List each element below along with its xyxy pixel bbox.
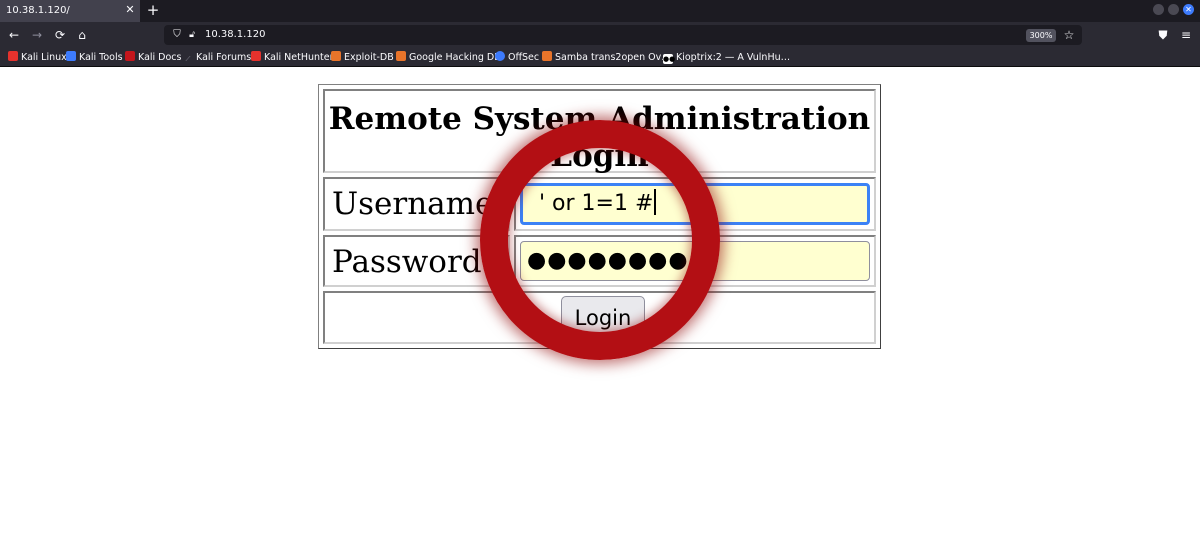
bookmark-offsec[interactable]: OffSec: [495, 48, 539, 67]
lock-icon[interactable]: 🔓︎: [187, 28, 197, 42]
text-caret: [654, 189, 657, 215]
title-cell: Remote System Administration Login: [323, 89, 876, 174]
new-tab-icon[interactable]: +: [146, 1, 160, 19]
forward-icon[interactable]: →: [29, 26, 45, 44]
url-text[interactable]: 10.38.1.120: [205, 29, 265, 40]
bookmark-kali-forums[interactable]: ⟋ Kali Forums: [183, 48, 251, 67]
tab-active[interactable]: 10.38.1.120/ ✕: [0, 0, 140, 22]
password-label: Password: [332, 244, 482, 280]
bookmark-kali-tools[interactable]: Kali Tools: [66, 48, 123, 67]
username-label-cell: Username: [323, 177, 510, 231]
offsec-icon: [495, 51, 505, 61]
kali-nethunter-icon: [251, 51, 261, 61]
vulnhub-icon: ●●: [663, 54, 676, 64]
kali-docs-icon: [125, 51, 135, 61]
bookmark-exploit-db[interactable]: Exploit-DB: [331, 48, 394, 67]
kali-forums-icon: ⟋: [183, 54, 193, 64]
password-input-cell: ●●●●●●●●: [514, 235, 876, 287]
menu-icon[interactable]: ≡: [1178, 26, 1194, 44]
login-form-table: Remote System Administration Login Usern…: [318, 84, 881, 349]
username-label: Username: [332, 186, 494, 222]
username-input[interactable]: ' or 1=1 #: [520, 183, 870, 225]
bookmark-kali-docs[interactable]: Kali Docs: [125, 48, 181, 67]
pocket-icon[interactable]: ⛊: [1155, 26, 1171, 44]
bookmark-google-hacking-db[interactable]: Google Hacking DB: [396, 48, 501, 67]
username-input-cell: ' or 1=1 #: [514, 177, 876, 231]
bookmark-kali-linux[interactable]: Kali Linux: [8, 48, 67, 67]
bookmark-kioptrix[interactable]: ●●Kioptrix:2 — A VulnHu…: [663, 48, 790, 67]
bookmarks-toolbar: Kali Linux Kali Tools Kali Docs ⟋ Kali Fo…: [0, 48, 1200, 67]
exploit-db-icon: [331, 51, 341, 61]
navigation-bar: ← → ⟳ ⌂ ⛉ 🔓︎ 10.38.1.120 300% ☆ ⛊ ≡: [0, 22, 1200, 48]
url-bar[interactable]: ⛉ 🔓︎ 10.38.1.120 300% ☆: [164, 25, 1082, 45]
tab-bar: 10.38.1.120/ ✕ + ✕: [0, 0, 1200, 22]
window-close-icon[interactable]: ✕: [1183, 4, 1194, 15]
password-label-cell: Password: [323, 235, 510, 287]
password-input[interactable]: ●●●●●●●●: [520, 241, 870, 281]
samba-icon: [542, 51, 552, 61]
bookmark-star-icon[interactable]: ☆: [1062, 27, 1076, 43]
home-icon[interactable]: ⌂: [74, 26, 90, 44]
tab-title: 10.38.1.120/: [6, 5, 70, 16]
ghdb-icon: [396, 51, 406, 61]
login-button-cell: Login: [323, 291, 876, 344]
page-title: Remote System Administration Login: [328, 101, 871, 174]
zoom-badge[interactable]: 300%: [1026, 29, 1056, 42]
kali-icon: [8, 51, 18, 61]
back-icon[interactable]: ←: [6, 26, 22, 44]
bookmark-samba-trans2open[interactable]: Samba trans2open Ov…: [542, 48, 671, 67]
login-button[interactable]: Login: [561, 296, 645, 340]
username-value: ' or 1=1 #: [539, 191, 654, 216]
shield-icon[interactable]: ⛉: [171, 28, 183, 42]
maximize-icon[interactable]: [1168, 4, 1179, 15]
bookmark-kali-nethunter[interactable]: Kali NetHunter: [251, 48, 334, 67]
reload-icon[interactable]: ⟳: [52, 26, 68, 44]
minimize-icon[interactable]: [1153, 4, 1164, 15]
kali-tools-icon: [66, 51, 76, 61]
tab-close-icon[interactable]: ✕: [124, 3, 136, 17]
